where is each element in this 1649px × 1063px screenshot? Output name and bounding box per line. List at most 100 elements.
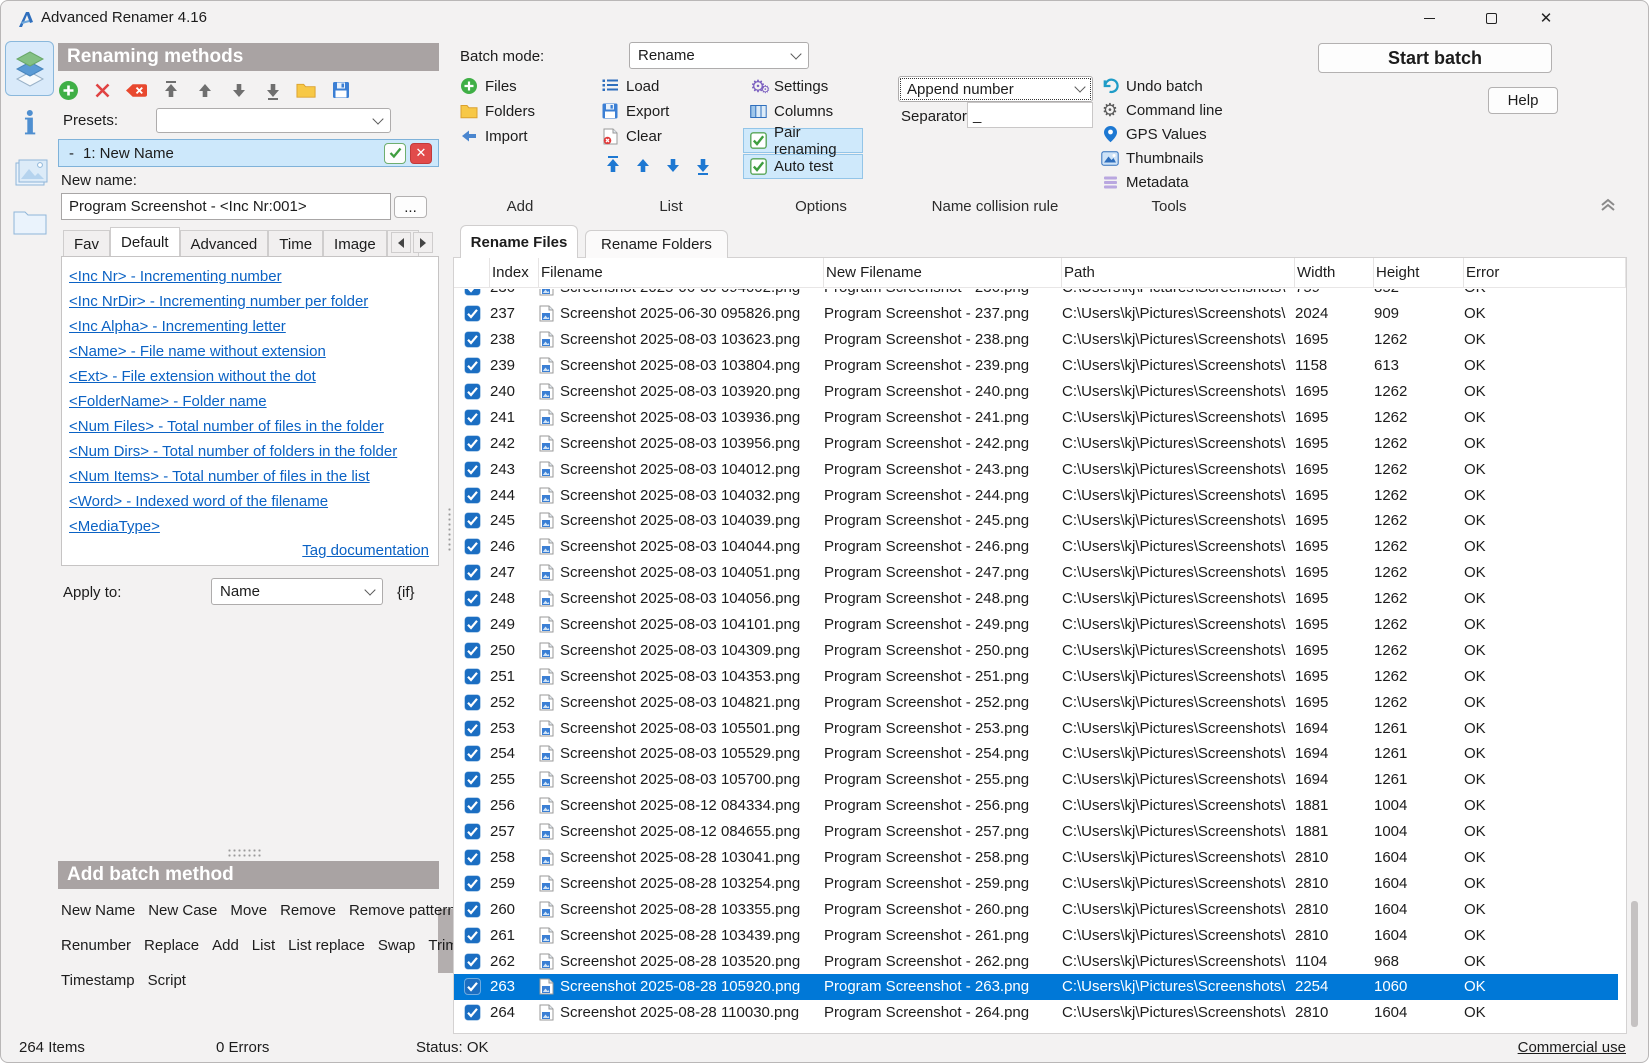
table-row[interactable]: 248 Screenshot 2025-08-03 104056.png Pro… <box>454 586 1618 612</box>
move-up-list-button[interactable] <box>635 156 651 175</box>
row-checkbox[interactable] <box>464 461 481 478</box>
add-method-remove[interactable]: Remove <box>280 902 336 918</box>
column-header-height[interactable]: Height <box>1374 258 1464 287</box>
move-up-button[interactable] <box>194 80 215 101</box>
table-row[interactable]: 257 Screenshot 2025-08-12 084655.png Pro… <box>454 819 1618 845</box>
row-checkbox[interactable] <box>464 642 481 659</box>
open-preset-button[interactable] <box>296 80 317 101</box>
tag-link[interactable]: <Inc Nr> - Incrementing number <box>69 264 397 289</box>
row-checkbox[interactable] <box>464 875 481 892</box>
row-checkbox[interactable] <box>464 1004 481 1021</box>
row-checkbox[interactable] <box>464 616 481 633</box>
row-checkbox[interactable] <box>464 668 481 685</box>
add-method-add[interactable]: Add <box>212 937 239 953</box>
table-row[interactable]: 260 Screenshot 2025-08-28 103355.png Pro… <box>454 896 1618 922</box>
add-method-swap[interactable]: Swap <box>378 937 416 953</box>
browse-tags-button[interactable]: ... <box>394 196 427 218</box>
add-method-new-name[interactable]: New Name <box>61 902 135 918</box>
column-header-index[interactable]: Index <box>490 258 539 287</box>
sidebar-item-info[interactable]: i <box>11 104 49 142</box>
metadata-button[interactable]: Metadata <box>1101 173 1223 191</box>
gps-values-button[interactable]: GPS Values <box>1101 125 1223 143</box>
add-method-renumber[interactable]: Renumber <box>61 937 131 953</box>
row-checkbox[interactable] <box>464 357 481 374</box>
tag-link[interactable]: <MediaType> <box>69 514 397 539</box>
tag-link[interactable]: <Inc Alpha> - Incrementing letter <box>69 314 397 339</box>
add-method-new-case[interactable]: New Case <box>148 902 217 918</box>
table-row[interactable]: 250 Screenshot 2025-08-03 104309.png Pro… <box>454 637 1618 663</box>
column-header-new-filename[interactable]: New Filename <box>824 258 1062 287</box>
row-checkbox[interactable] <box>464 953 481 970</box>
close-button[interactable]: ✕ <box>1523 1 1569 35</box>
presets-dropdown[interactable] <box>156 108 391 133</box>
move-bottom-button[interactable] <box>262 80 283 101</box>
method-delete-button[interactable]: ✕ <box>410 143 432 164</box>
new-name-input[interactable]: Program Screenshot - <Inc Nr:001> <box>61 193 391 220</box>
tag-tab-image[interactable]: Image <box>323 230 387 257</box>
settings-button[interactable]: ⚙⚙Settings <box>749 77 833 95</box>
add-method-timestamp[interactable]: Timestamp <box>61 972 135 988</box>
tag-link[interactable]: <Word> - Indexed word of the filename <box>69 489 397 514</box>
table-row[interactable]: 259 Screenshot 2025-08-28 103254.png Pro… <box>454 870 1618 896</box>
sidebar-item-folders[interactable] <box>11 203 49 241</box>
row-checkbox[interactable] <box>464 383 481 400</box>
auto-test-toggle[interactable]: Auto test <box>743 154 863 179</box>
tag-tabs-scroll-left[interactable] <box>391 232 411 253</box>
table-row[interactable]: 263 Screenshot 2025-08-28 105920.png Pro… <box>454 974 1618 1000</box>
row-checkbox[interactable] <box>464 305 481 322</box>
sidebar-item-renaming-methods[interactable] <box>5 41 54 96</box>
row-checkbox[interactable] <box>464 590 481 607</box>
row-checkbox[interactable] <box>464 771 481 788</box>
help-button[interactable]: Help <box>1488 87 1558 114</box>
save-preset-button[interactable] <box>330 80 351 101</box>
row-checkbox[interactable] <box>464 694 481 711</box>
maximize-button[interactable] <box>1468 1 1514 35</box>
row-checkbox[interactable] <box>464 409 481 426</box>
tag-tab-default[interactable]: Default <box>110 227 180 257</box>
clear-methods-button[interactable] <box>126 80 147 101</box>
remove-method-button[interactable] <box>92 80 113 101</box>
table-row[interactable]: 247 Screenshot 2025-08-03 104051.png Pro… <box>454 560 1618 586</box>
minimize-button[interactable] <box>1406 1 1452 35</box>
add-method-list[interactable]: List <box>252 937 275 953</box>
table-row[interactable]: 245 Screenshot 2025-08-03 104039.png Pro… <box>454 508 1618 534</box>
table-row[interactable]: 253 Screenshot 2025-08-03 105501.png Pro… <box>454 715 1618 741</box>
table-row[interactable]: 237 Screenshot 2025-06-30 095826.png Pro… <box>454 301 1618 327</box>
row-checkbox[interactable] <box>464 797 481 814</box>
tag-tabs-scroll-right[interactable] <box>413 232 433 253</box>
table-row[interactable]: 264 Screenshot 2025-08-28 110030.png Pro… <box>454 1000 1618 1026</box>
row-checkbox[interactable] <box>464 564 481 581</box>
column-header-width[interactable]: Width <box>1295 258 1374 287</box>
table-row[interactable]: 256 Screenshot 2025-08-12 084334.png Pro… <box>454 793 1618 819</box>
separator-input[interactable]: _ <box>967 102 1093 128</box>
tag-link[interactable]: <Inc NrDir> - Incrementing number per fo… <box>69 289 397 314</box>
row-checkbox[interactable] <box>464 331 481 348</box>
table-row[interactable]: 254 Screenshot 2025-08-03 105529.png Pro… <box>454 741 1618 767</box>
table-row[interactable]: 240 Screenshot 2025-08-03 103920.png Pro… <box>454 379 1618 405</box>
add-method-replace[interactable]: Replace <box>144 937 199 953</box>
row-checkbox[interactable] <box>464 512 481 529</box>
move-down-button[interactable] <box>228 80 249 101</box>
tab-rename-files[interactable]: Rename Files <box>460 225 578 258</box>
tag-tab-advanced[interactable]: Advanced <box>180 230 269 257</box>
apply-to-dropdown[interactable]: Name <box>211 578 383 605</box>
method-enabled-checkbox[interactable] <box>384 143 406 164</box>
undo-batch-button[interactable]: Undo batch <box>1101 77 1223 95</box>
table-row[interactable]: 262 Screenshot 2025-08-28 103520.png Pro… <box>454 948 1618 974</box>
add-method-button[interactable] <box>58 80 79 101</box>
method-item-new-name[interactable]: - 1: New Name ✕ <box>58 139 439 167</box>
table-row[interactable]: 252 Screenshot 2025-08-03 104821.png Pro… <box>454 689 1618 715</box>
table-row[interactable]: 239 Screenshot 2025-08-03 103804.png Pro… <box>454 353 1618 379</box>
table-row[interactable]: 246 Screenshot 2025-08-03 104044.png Pro… <box>454 534 1618 560</box>
sidebar-item-images[interactable] <box>11 153 49 191</box>
column-header-error[interactable]: Error <box>1464 258 1626 287</box>
move-top-button[interactable] <box>160 80 181 101</box>
tag-link[interactable]: <Name> - File name without extension <box>69 339 397 364</box>
table-row[interactable]: 243 Screenshot 2025-08-03 104012.png Pro… <box>454 456 1618 482</box>
clear-button[interactable]: Clear <box>601 127 669 145</box>
table-row[interactable]: 251 Screenshot 2025-08-03 104353.png Pro… <box>454 663 1618 689</box>
row-checkbox[interactable] <box>464 435 481 452</box>
table-row[interactable]: 236 Screenshot 2025-06-30 094002.png Pro… <box>454 289 1618 301</box>
thumbnails-button[interactable]: Thumbnails <box>1101 149 1223 167</box>
if-label[interactable]: {if} <box>397 584 415 601</box>
